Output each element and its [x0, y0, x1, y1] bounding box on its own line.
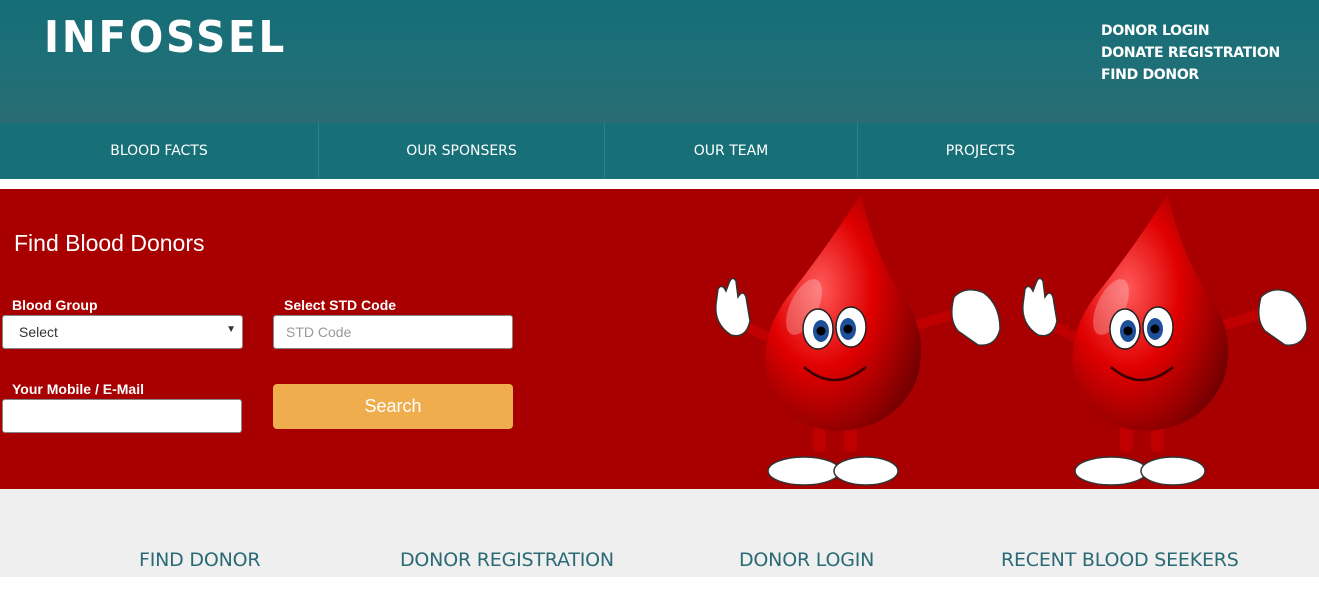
- donor-login-link[interactable]: DONOR LOGIN: [1101, 20, 1280, 42]
- site-logo[interactable]: INFOSSEL: [44, 12, 287, 63]
- quick-link-donor-login[interactable]: DONOR LOGIN: [739, 549, 874, 571]
- contact-label: Your Mobile / E-Mail: [12, 381, 144, 397]
- blood-drop-mascot-icon: [715, 194, 1001, 486]
- nav-our-team[interactable]: OUR TEAM: [605, 123, 858, 179]
- std-code-label: Select STD Code: [284, 297, 397, 313]
- quick-link-recent-blood-seekers[interactable]: RECENT BLOOD SEEKERS: [1001, 549, 1239, 571]
- contact-input[interactable]: [2, 399, 242, 433]
- quick-link-donor-registration[interactable]: DONOR REGISTRATION: [400, 549, 614, 571]
- nav-blood-facts[interactable]: BLOOD FACTS: [0, 123, 319, 179]
- site-header: INFOSSEL DONOR LOGIN DONATE REGISTRATION…: [0, 0, 1319, 123]
- chevron-down-icon: ▼: [226, 324, 236, 335]
- nav-projects[interactable]: PROJECTS: [858, 123, 1103, 179]
- find-donor-link[interactable]: FIND DONOR: [1101, 64, 1280, 86]
- search-title: Find Blood Donors: [14, 230, 205, 256]
- blood-drop-mascot-icon: [1022, 194, 1308, 486]
- quick-link-find-donor[interactable]: FIND DONOR: [139, 549, 261, 571]
- blood-group-selected-value: Select: [19, 324, 58, 340]
- donate-registration-link[interactable]: DONATE REGISTRATION: [1101, 42, 1280, 64]
- quick-links-band: FIND DONOR DONOR REGISTRATION DONOR LOGI…: [0, 489, 1319, 577]
- std-code-input[interactable]: [273, 315, 513, 349]
- main-nav: BLOOD FACTS OUR SPONSERS OUR TEAM PROJEC…: [0, 123, 1319, 179]
- account-links: DONOR LOGIN DONATE REGISTRATION FIND DON…: [1101, 20, 1280, 86]
- hero-search-banner: Find Blood Donors Blood Group Select ▼ S…: [0, 189, 1319, 489]
- blood-group-label: Blood Group: [12, 297, 98, 313]
- search-button[interactable]: Search: [273, 384, 513, 429]
- nav-our-sponsers[interactable]: OUR SPONSERS: [319, 123, 605, 179]
- blood-group-select[interactable]: Select ▼: [2, 315, 243, 349]
